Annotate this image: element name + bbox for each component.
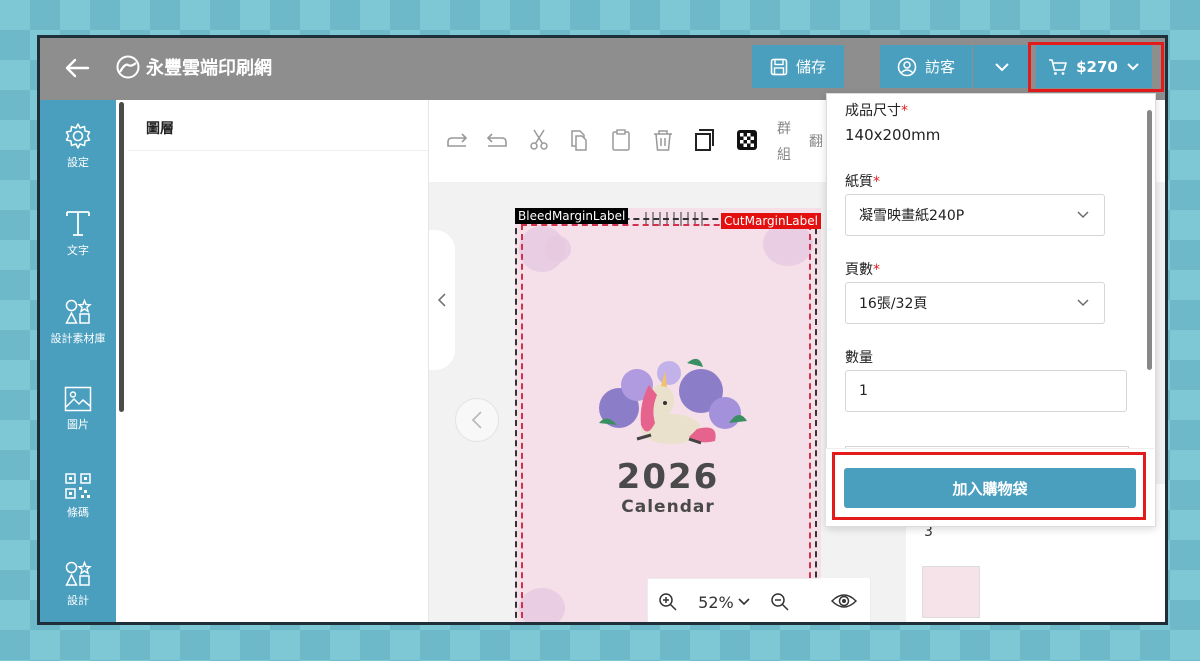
save-label: 儲存 bbox=[795, 58, 826, 76]
gear-icon bbox=[65, 123, 91, 149]
redo-icon[interactable] bbox=[445, 128, 469, 152]
text-icon bbox=[66, 211, 90, 236]
chevron-down-icon bbox=[1077, 299, 1089, 306]
zoom-in-icon[interactable] bbox=[658, 592, 678, 612]
calendar-year: 2026 bbox=[616, 457, 720, 497]
editor-window: 永豐雲端印刷網 儲存 訪客 $270 設定 文字 設計素材庫 圖片 條碼 設計 … bbox=[37, 35, 1168, 625]
flip-button[interactable]: 翻 bbox=[809, 129, 827, 155]
chevron-down-icon bbox=[738, 598, 750, 606]
sidebar-item-text[interactable]: 文字 bbox=[40, 208, 116, 258]
back-arrow-icon[interactable] bbox=[62, 54, 92, 82]
size-value: 140x200mm bbox=[845, 126, 941, 144]
paper-value: 凝雪映畫紙240P bbox=[859, 208, 965, 224]
calendar-word: Calendar bbox=[621, 497, 715, 517]
sidebar-item-settings[interactable]: 設定 bbox=[40, 122, 116, 170]
undo-icon[interactable] bbox=[485, 128, 509, 152]
user-button[interactable]: 訪客 bbox=[880, 45, 972, 88]
eye-icon bbox=[831, 594, 857, 608]
sidebar-item-images[interactable]: 圖片 bbox=[40, 386, 116, 432]
copy-icon[interactable] bbox=[567, 128, 591, 152]
design-page[interactable]: BleedMarginLabel CutMarginLabel 2026 Cal… bbox=[515, 208, 821, 622]
duplicate-icon[interactable] bbox=[693, 128, 717, 152]
qrcode-icon bbox=[65, 473, 91, 499]
chevron-left-icon bbox=[471, 411, 482, 429]
logo-mark-icon bbox=[116, 55, 140, 79]
sidebar-item-label: 圖片 bbox=[67, 418, 89, 431]
quantity-input[interactable]: 1 bbox=[845, 370, 1127, 412]
preview-button[interactable] bbox=[819, 578, 869, 622]
layers-panel: 圖層 bbox=[128, 100, 429, 622]
pages-label: 頁數* bbox=[845, 262, 880, 278]
group-button[interactable]: 群 組 bbox=[777, 116, 795, 168]
cut-margin-label: CutMarginLabel bbox=[720, 213, 821, 229]
sidebar-item-label: 設定 bbox=[67, 156, 89, 169]
paper-select[interactable]: 凝雪映畫紙240P bbox=[845, 194, 1105, 236]
sidebar-item-design-library[interactable]: 設計素材庫 bbox=[40, 298, 116, 346]
scrollbar-thumb[interactable] bbox=[119, 102, 124, 412]
sidebar-item-label: 文字 bbox=[67, 244, 89, 257]
left-sidebar: 設定 文字 設計素材庫 圖片 條碼 設計 bbox=[40, 100, 116, 622]
site-logo[interactable]: 永豐雲端印刷網 bbox=[116, 54, 272, 80]
layers-title: 圖層 bbox=[146, 121, 174, 137]
trash-icon[interactable] bbox=[651, 128, 675, 152]
pages-value: 16張/32頁 bbox=[859, 296, 928, 312]
top-bar: 永豐雲端印刷網 儲存 訪客 $270 bbox=[40, 38, 1165, 100]
paper-label: 紙質* bbox=[845, 174, 880, 190]
flip-label: 翻 bbox=[809, 134, 823, 150]
shapes-icon bbox=[65, 560, 92, 586]
zoom-value: 52% bbox=[698, 592, 734, 612]
shapes-icon bbox=[65, 298, 92, 324]
paste-icon[interactable] bbox=[609, 128, 633, 152]
quantity-label: 數量 bbox=[845, 350, 873, 366]
user-label: 訪客 bbox=[924, 58, 955, 76]
site-name: 永豐雲端印刷網 bbox=[146, 58, 272, 79]
sidebar-item-design[interactable]: 設計 bbox=[40, 560, 116, 608]
previous-page-button[interactable] bbox=[455, 398, 499, 442]
chevron-down-icon bbox=[1077, 211, 1089, 218]
save-icon bbox=[770, 58, 788, 75]
page-thumbnail[interactable] bbox=[922, 566, 980, 618]
sidebar-item-barcode[interactable]: 條碼 bbox=[40, 472, 116, 520]
sidebar-item-label: 條碼 bbox=[67, 506, 89, 519]
transparency-icon[interactable] bbox=[735, 128, 759, 152]
pages-select[interactable]: 16張/32頁 bbox=[845, 282, 1105, 324]
quantity-value: 1 bbox=[859, 383, 868, 399]
image-icon bbox=[64, 386, 92, 412]
cut-icon[interactable] bbox=[527, 128, 551, 152]
scrollbar-thumb[interactable] bbox=[1147, 110, 1152, 370]
size-label: 成品尺寸* bbox=[845, 103, 908, 119]
collapse-panel-tab[interactable] bbox=[429, 230, 455, 370]
add-to-cart-highlight-box bbox=[832, 452, 1146, 520]
bleed-margin-label: BleedMarginLabel bbox=[515, 208, 629, 224]
zoom-level[interactable]: 52% bbox=[698, 593, 750, 612]
chevron-left-icon bbox=[437, 293, 446, 307]
sidebar-item-label: 設計素材庫 bbox=[50, 332, 106, 345]
save-button[interactable]: 儲存 bbox=[752, 45, 844, 88]
divider bbox=[128, 150, 428, 151]
sidebar-item-label: 設計 bbox=[67, 594, 89, 607]
user-menu-toggle[interactable] bbox=[973, 45, 1031, 88]
group-label-bottom: 組 bbox=[777, 147, 791, 163]
user-icon bbox=[897, 57, 917, 76]
chevron-down-icon bbox=[995, 62, 1009, 71]
group-label-top: 群 bbox=[777, 121, 791, 137]
dropdown-scrollbar[interactable] bbox=[1145, 100, 1153, 450]
zoom-out-icon[interactable] bbox=[770, 592, 790, 612]
cart-highlight-box bbox=[1028, 42, 1164, 92]
unicorn-illustration bbox=[599, 358, 747, 445]
